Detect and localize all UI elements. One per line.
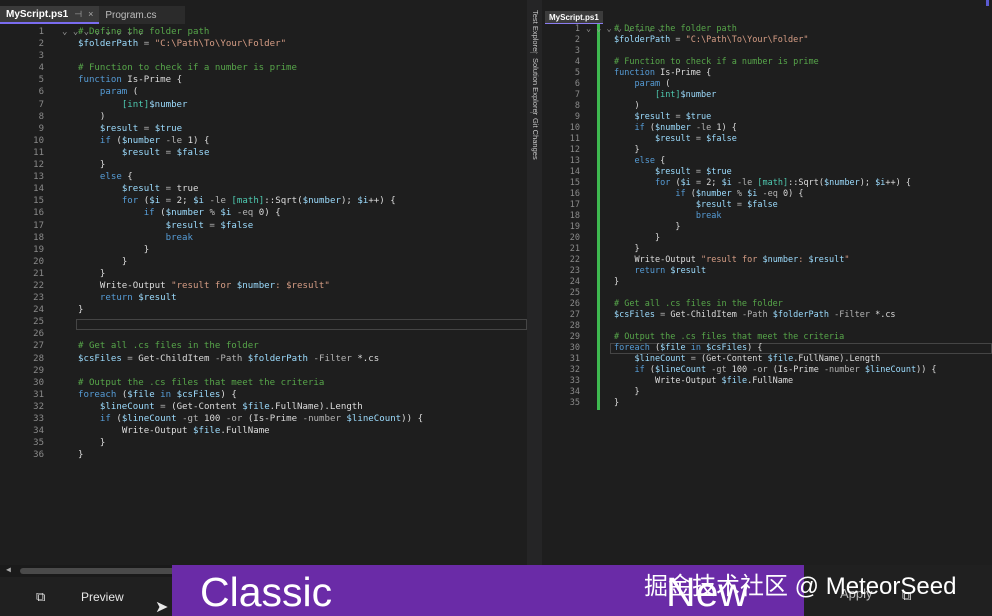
tab-myscript-ps1[interactable]: MyScript.ps1 ⊣ × (0, 6, 100, 24)
right-editor-pane: MyScript.ps1 1 2 3 4 5 6 7 8 9 10 11 12 … (542, 0, 992, 565)
git-change-margin (597, 24, 600, 410)
tab-label: Program.cs (105, 9, 157, 21)
line-numbers: 1 2 3 4 5 6 7 8 9 10 11 12 13 14 15 16 1… (569, 24, 580, 408)
divider (530, 112, 538, 113)
scroll-indicator (986, 0, 989, 6)
divider (530, 52, 538, 53)
line-numbers: 1 2 3 4 5 6 7 8 9 10 11 12 13 14 15 16 1… (33, 27, 44, 461)
left-editor-pane: MyScript.ps1 ⊣ × Program.cs 1 2 3 4 5 6 … (0, 0, 527, 565)
classic-label: Classic (200, 569, 333, 615)
pin-icon[interactable]: ⊣ (74, 9, 82, 20)
scroll-left-icon[interactable]: ◀ (6, 565, 11, 574)
close-icon[interactable]: × (88, 9, 93, 19)
tab-label: MyScript.ps1 (549, 12, 599, 22)
left-tab-strip: MyScript.ps1 ⊣ × Program.cs (0, 6, 186, 24)
tab-git-changes[interactable]: Git Changes (529, 118, 540, 160)
preview-button[interactable]: Preview (81, 590, 124, 604)
tab-test-explorer[interactable]: Test Explorer (529, 10, 540, 54)
cursor-icon: ➤ (155, 599, 169, 616)
tab-program-cs[interactable]: Program.cs (99, 6, 186, 24)
code-editor[interactable]: # Define the folder path $folderPath = "… (614, 24, 937, 409)
tool-window-strip: Test Explorer Solution Explorer Git Chan… (527, 0, 542, 565)
tab-solution-explorer[interactable]: Solution Explorer (529, 58, 540, 115)
copy-icon[interactable]: ⧉ (36, 589, 45, 605)
tab-label: MyScript.ps1 (6, 8, 69, 20)
code-editor[interactable]: # Define the folder path $folderPath = "… (78, 26, 423, 461)
watermark: 掘金技术社区 @ MeteorSeed (644, 573, 957, 600)
tab-myscript-ps1-new[interactable]: MyScript.ps1 (545, 11, 603, 24)
